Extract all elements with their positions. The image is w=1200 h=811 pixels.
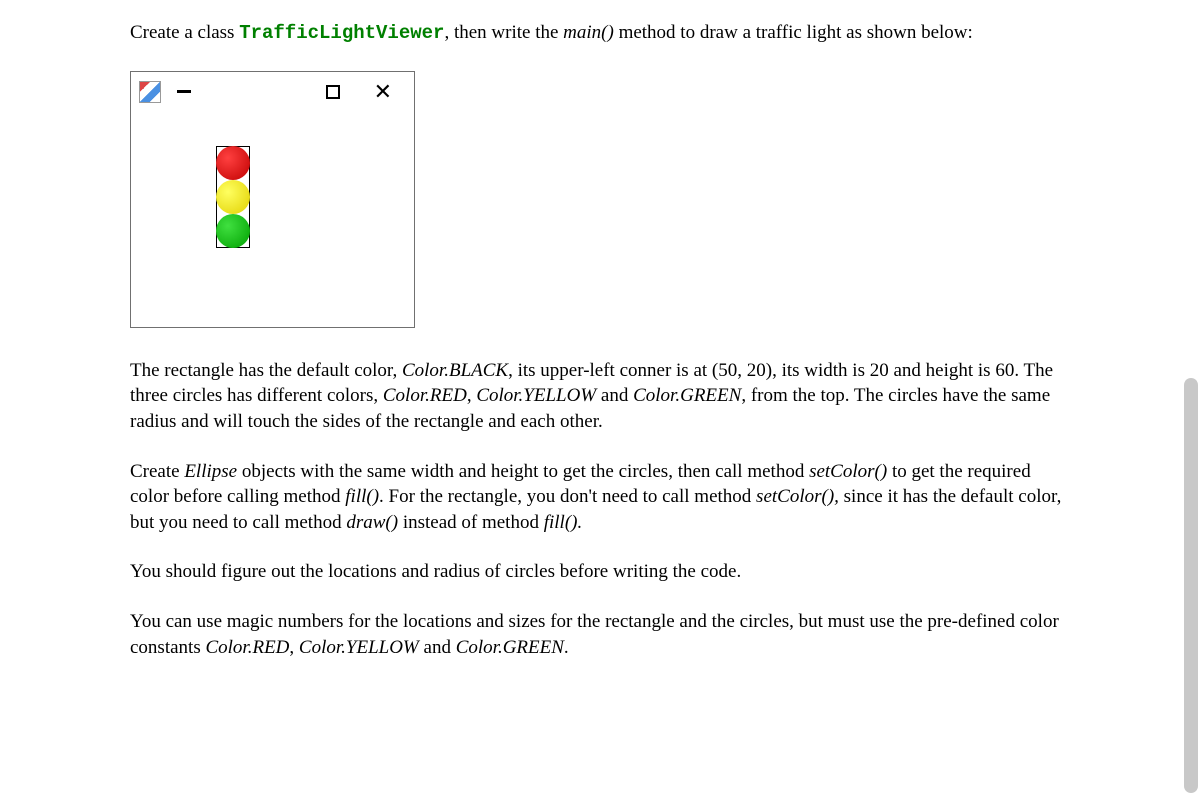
color-green: Color.GREEN [633, 385, 741, 406]
text: objects with the same width and height t… [237, 461, 809, 482]
yellow-light [216, 180, 250, 214]
set-color: setColor() [809, 461, 887, 482]
main-method: main() [563, 22, 614, 43]
text: . For the rectangle, you don't need to c… [379, 486, 756, 507]
color-green-2: Color.GREEN [456, 637, 564, 658]
color-red-2: Color.RED [205, 637, 289, 658]
intro-paragraph: Create a class TrafficLightViewer, then … [130, 20, 1070, 47]
fill: fill() [345, 486, 379, 507]
color-yellow-2: Color.YELLOW [299, 637, 419, 658]
text: , then write the [444, 22, 563, 43]
text: and [596, 385, 633, 406]
description-rectangle: The rectangle has the default color, Col… [130, 358, 1070, 435]
text: method to draw a traffic light as shown … [614, 22, 973, 43]
text: The rectangle has the default color, [130, 360, 402, 381]
text: instead of method [398, 512, 544, 533]
color-red: Color.RED [383, 385, 467, 406]
example-window: ✕ [130, 71, 415, 328]
ellipse: Ellipse [184, 461, 237, 482]
text: , [289, 637, 299, 658]
vertical-scrollbar[interactable] [1184, 378, 1198, 793]
maximize-icon[interactable] [326, 85, 340, 99]
draw: draw() [346, 512, 398, 533]
red-light [216, 146, 250, 180]
drawing-canvas [131, 112, 414, 327]
minimize-icon[interactable] [177, 90, 191, 93]
title-bar: ✕ [131, 72, 414, 112]
figure-out-paragraph: You should figure out the locations and … [130, 559, 1070, 585]
text: and [419, 637, 456, 658]
text: Create a class [130, 22, 239, 43]
fill-2: fill(). [544, 512, 583, 533]
document-page: Create a class TrafficLightViewer, then … [0, 0, 1200, 811]
magic-numbers-paragraph: You can use magic numbers for the locati… [130, 609, 1070, 660]
text: . [564, 637, 569, 658]
set-color-2: setColor(), [756, 486, 839, 507]
class-name: TrafficLightViewer [239, 22, 444, 44]
close-icon[interactable]: ✕ [374, 81, 392, 103]
text: Create [130, 461, 184, 482]
app-icon [139, 81, 161, 103]
description-ellipse: Create Ellipse objects with the same wid… [130, 459, 1070, 536]
text: , [467, 385, 477, 406]
color-black: Color.BLACK [402, 360, 508, 381]
color-yellow: Color.YELLOW [476, 385, 596, 406]
green-light [216, 214, 250, 248]
